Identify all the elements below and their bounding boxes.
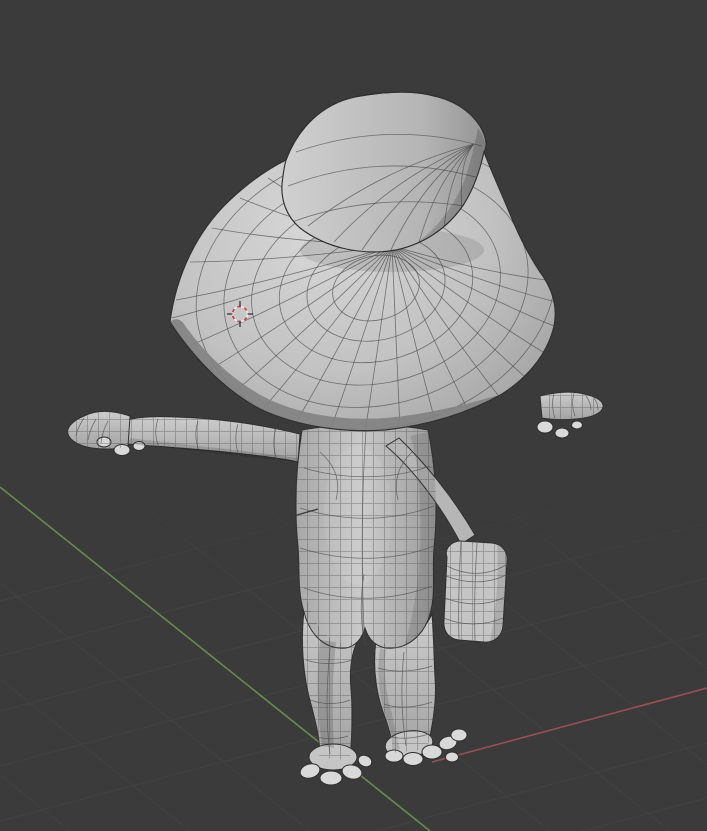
toe — [445, 751, 459, 763]
finger-blob — [571, 420, 583, 430]
3d-viewport[interactable] — [0, 0, 707, 831]
toe — [319, 770, 343, 786]
finger-blob — [554, 427, 570, 439]
toe — [402, 752, 424, 766]
finger-blob — [536, 420, 554, 434]
toe — [450, 728, 468, 742]
viewport-canvas — [0, 0, 707, 831]
